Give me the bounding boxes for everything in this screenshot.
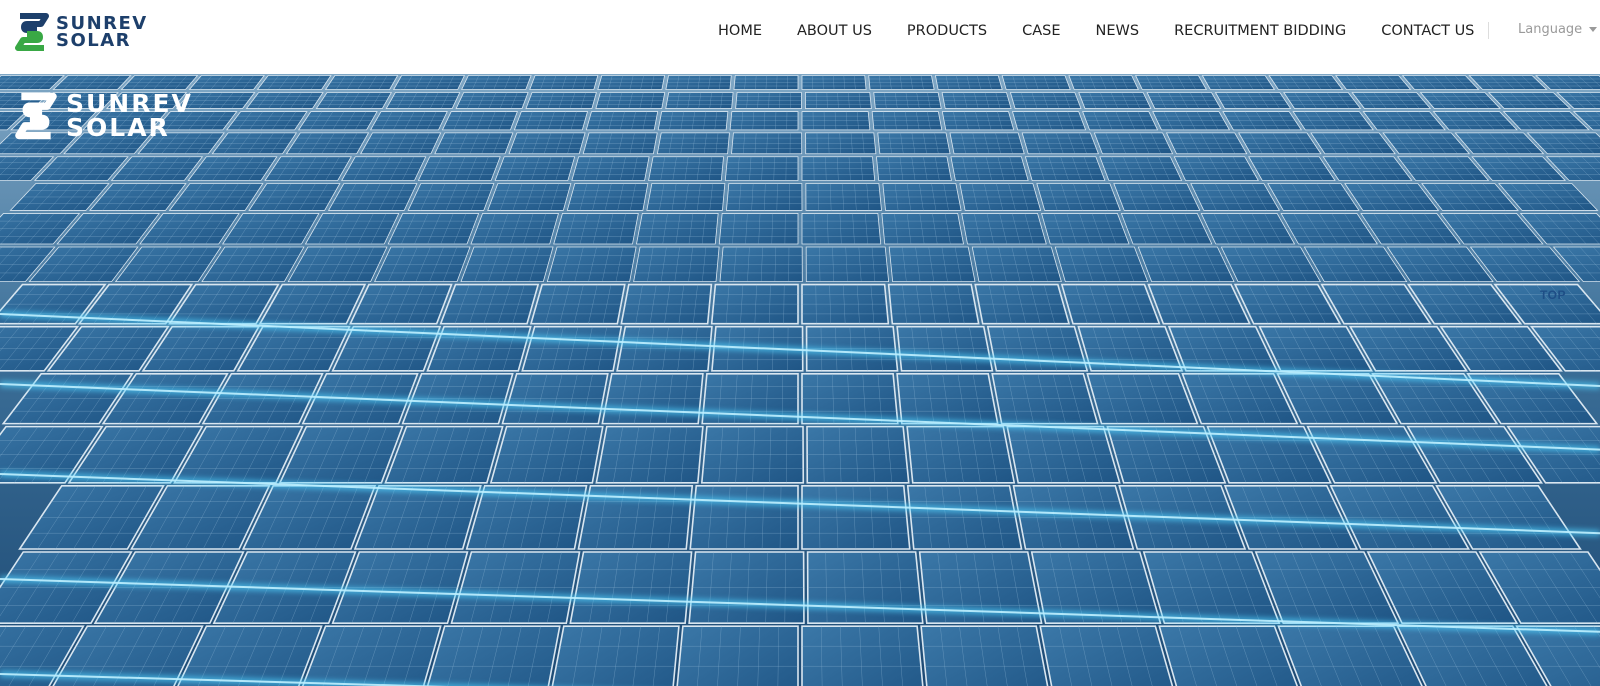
site-header: SUNREV SOLAR HOME ABOUT US PRODUCTS CASE… [0,0,1600,74]
solar-panel-cell [920,625,1049,686]
nav-home[interactable]: HOME [718,23,762,39]
main-nav: HOME ABOUT US PRODUCTS CASE NEWS RECRUIT… [718,0,1509,62]
sunrev-logo-icon [15,13,49,51]
solar-panel-cell [551,625,680,686]
nav-about-us[interactable]: ABOUT US [797,23,872,39]
logo-line-2: SOLAR [56,30,132,51]
nav-contact-us[interactable]: CONTACT US [1381,23,1474,39]
chevron-down-icon [1589,27,1598,32]
hero-logo-wordmark: SUNREV SOLAR [66,91,193,142]
solar-panel-cell [426,625,561,686]
solar-panel-image [0,74,1600,686]
sunrev-logo-icon-white [15,92,57,140]
nav-case[interactable]: CASE [1022,23,1060,39]
back-to-top-button[interactable]: TOP [1540,288,1566,302]
solar-panel-cell [1039,625,1174,686]
nav-divider [1488,22,1489,39]
language-selector[interactable]: Language [1518,22,1598,37]
solar-panel-cell [676,625,799,686]
hero-logo: SUNREV SOLAR [14,91,193,141]
nav-products[interactable]: PRODUCTS [907,23,987,39]
hero-banner: SUNREV SOLAR TOP [0,74,1600,686]
nav-news[interactable]: NEWS [1096,23,1140,39]
nav-recruitment-bidding[interactable]: RECRUITMENT BIDDING [1174,23,1346,39]
site-logo[interactable]: SUNREV SOLAR [14,12,148,52]
hero-logo-line-2: SOLAR [66,113,170,142]
logo-wordmark: SUNREV SOLAR [56,15,148,51]
language-label: Language [1518,22,1583,37]
solar-panel-cell [801,625,924,686]
